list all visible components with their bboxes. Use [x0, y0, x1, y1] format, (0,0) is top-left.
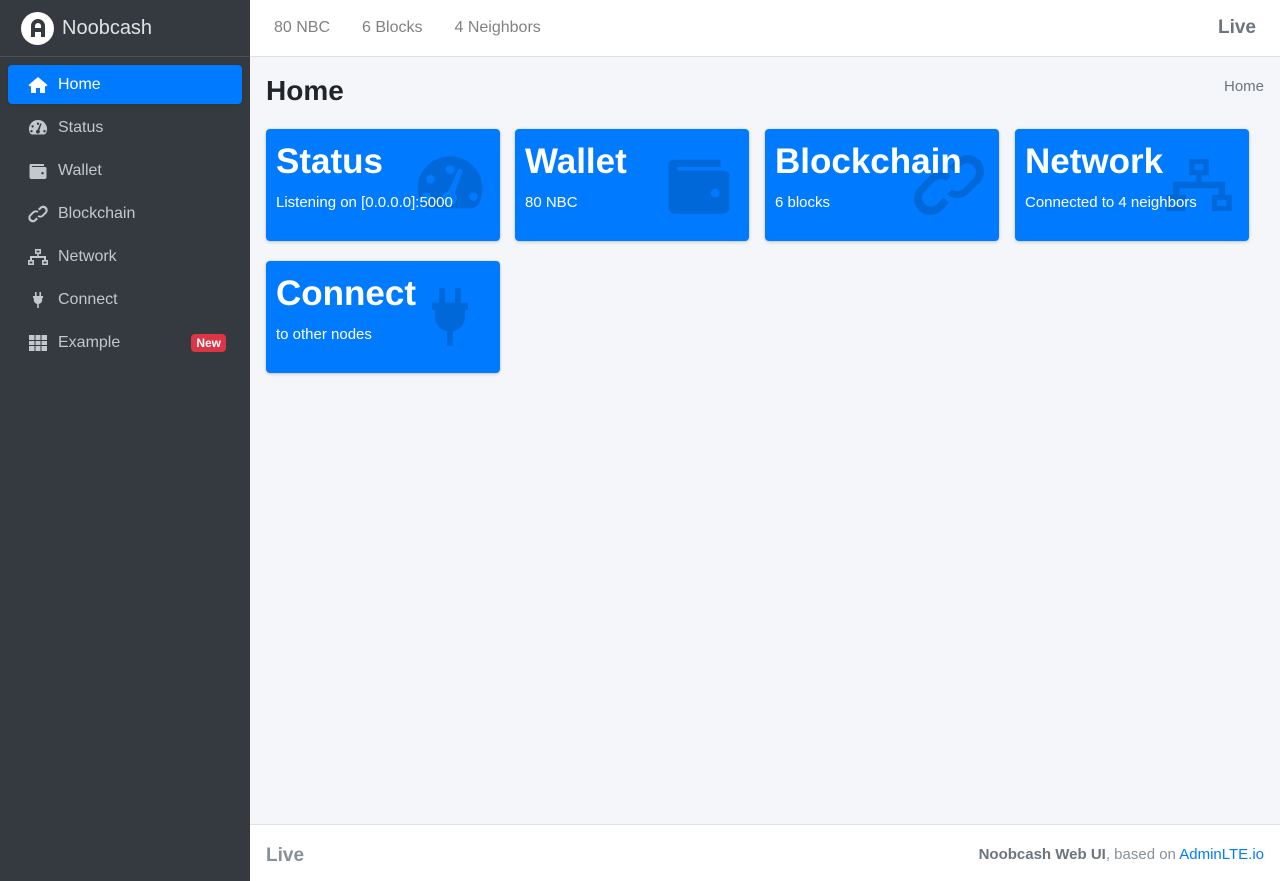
card-text: to other nodes [276, 326, 372, 343]
breadcrumb[interactable]: Home [1224, 78, 1264, 95]
sidebar-item-label: Wallet [58, 161, 102, 179]
sidebar: Noobcash Home Status Wallet Blockchain N… [0, 0, 250, 881]
sidebar-item-blockchain[interactable]: Blockchain [8, 194, 242, 233]
sidebar-item-label: Network [58, 247, 117, 265]
sidebar-item-status[interactable]: Status [8, 108, 242, 147]
live-status: Live [1217, 17, 1256, 38]
footer-credits: Noobcash Web UI, based on AdminLTE.io [979, 846, 1264, 863]
card-title: Wallet [525, 142, 627, 181]
footer: Live Noobcash Web UI, based on AdminLTE.… [250, 824, 1280, 881]
sidebar-item-wallet[interactable]: Wallet [8, 151, 242, 190]
footer-app-name: Noobcash Web UI [978, 846, 1106, 863]
status-card[interactable]: Status Listening on [0.0.0.0]:5000 [266, 129, 500, 241]
plug-icon [27, 290, 49, 310]
wallet-card[interactable]: Wallet 80 NBC [515, 129, 749, 241]
sidebar-nav: Home Status Wallet Blockchain Network Co… [0, 57, 250, 362]
sidebar-item-label: Status [58, 118, 104, 136]
letter-a-circle-logo-icon [21, 11, 54, 45]
card-text: Connected to 4 neighbors [1025, 194, 1197, 211]
adminlte-link[interactable]: AdminLTE.io [1179, 846, 1264, 863]
sidebar-item-home[interactable]: Home [8, 65, 242, 104]
footer-live-status: Live [266, 845, 305, 866]
network-icon [27, 247, 49, 267]
blocks-link[interactable]: 6 Blocks [362, 19, 422, 37]
new-badge: New [191, 334, 226, 352]
main-content: Home Home Status Listening on [0.0.0.0]:… [250, 57, 1280, 824]
gauge-icon [27, 118, 49, 138]
sidebar-item-example[interactable]: Example New [8, 323, 242, 362]
top-navbar: 80 NBC 6 Blocks 4 Neighbors Live [250, 0, 1280, 57]
card-text: 80 NBC [525, 194, 578, 211]
sidebar-item-network[interactable]: Network [8, 237, 242, 276]
footer-based-on: , based on [1105, 846, 1180, 863]
brand-name: Noobcash [62, 16, 153, 39]
card-title: Status [276, 142, 383, 181]
wallet-icon [668, 159, 730, 214]
sidebar-item-label: Blockchain [58, 204, 136, 222]
neighbors-link[interactable]: 4 Neighbors [455, 19, 541, 37]
link-icon [27, 204, 49, 224]
sidebar-item-label: Example [58, 333, 121, 351]
balance-link[interactable]: 80 NBC [274, 19, 330, 37]
sidebar-item-label: Home [58, 75, 101, 93]
home-icon [27, 75, 49, 95]
card-title: Connect [276, 274, 416, 313]
grid-icon [27, 333, 49, 353]
card-title: Blockchain [775, 142, 962, 181]
sidebar-item-connect[interactable]: Connect [8, 280, 242, 319]
brand-link[interactable]: Noobcash [0, 0, 250, 57]
card-text: 6 blocks [775, 194, 831, 211]
plug-icon [432, 288, 468, 346]
blockchain-card[interactable]: Blockchain 6 blocks [765, 129, 999, 241]
card-title: Network [1025, 142, 1164, 181]
network-card[interactable]: Network Connected to 4 neighbors [1015, 129, 1249, 241]
page-title: Home [266, 75, 344, 106]
card-text: Listening on [0.0.0.0]:5000 [276, 194, 453, 211]
wallet-icon [27, 161, 49, 181]
connect-card[interactable]: Connect to other nodes [266, 261, 500, 373]
sidebar-item-label: Connect [58, 290, 118, 308]
